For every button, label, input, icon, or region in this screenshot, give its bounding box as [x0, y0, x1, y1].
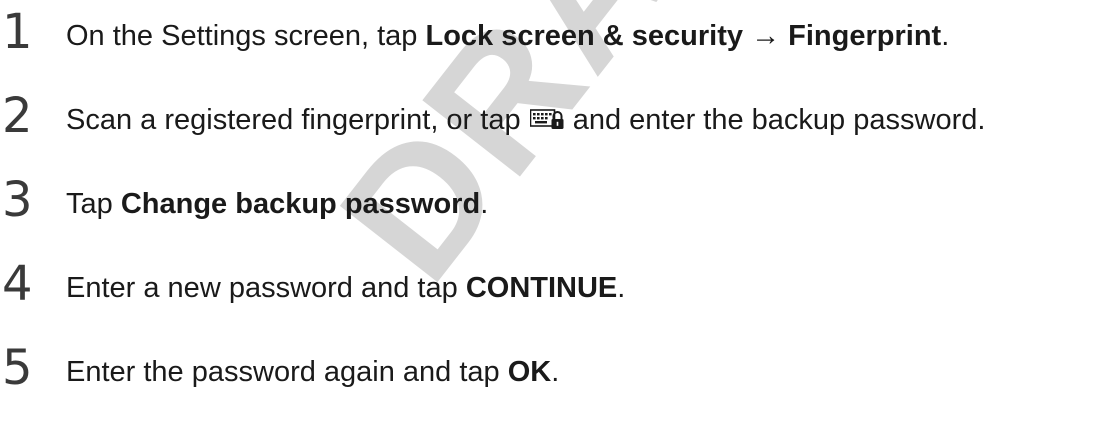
- step-3: 3 Tap Change backup password.: [0, 174, 1105, 234]
- step-text-part: .: [551, 356, 560, 388]
- continue-button-label: CONTINUE: [465, 272, 618, 304]
- step-text-part: Enter a new password and tap: [66, 272, 466, 304]
- step-text: On the Settings screen, tap Lock screen …: [66, 19, 949, 53]
- step-text-part: .: [480, 188, 489, 220]
- step-text: Tap Change backup password.: [66, 187, 488, 221]
- step-number: 3: [2, 172, 33, 228]
- step-text: Enter the password again and tap OK.: [66, 355, 559, 389]
- step-text-part: On the Settings screen, tap: [66, 20, 426, 52]
- step-5: 5 Enter the password again and tap OK.: [0, 342, 1105, 402]
- step-text: Scan a registered fingerprint, or tap an…: [66, 103, 985, 137]
- step-text-part: Tap: [66, 188, 121, 220]
- step-number: 1: [2, 4, 33, 60]
- ok-button-label: OK: [507, 356, 552, 388]
- step-number: 5: [2, 340, 33, 396]
- step-1: 1 On the Settings screen, tap Lock scree…: [0, 6, 1105, 66]
- change-backup-password-option: Change backup password: [120, 188, 481, 220]
- keyboard-lock-icon: [529, 104, 564, 129]
- step-4: 4 Enter a new password and tap CONTINUE.: [0, 258, 1105, 318]
- arrow-separator: →: [743, 20, 789, 52]
- menu-path-lock-screen-security: Lock screen & security: [425, 20, 744, 52]
- step-number: 2: [2, 88, 33, 144]
- menu-path-fingerprint: Fingerprint: [788, 20, 942, 52]
- step-text-part: .: [617, 272, 626, 304]
- step-text-part: .: [941, 20, 950, 52]
- step-text: Enter a new password and tap CONTINUE.: [66, 271, 625, 305]
- step-text-part: Scan a registered fingerprint, or tap: [66, 104, 529, 136]
- instruction-page: DRAFT, Not FINAL 1 On the Settings scree…: [0, 0, 1105, 429]
- step-text-part: and enter the backup password.: [564, 104, 986, 136]
- step-text-part: Enter the password again and tap: [66, 356, 508, 388]
- step-2: 2 Scan a registered fingerprint, or tap: [0, 90, 1105, 150]
- step-number: 4: [2, 256, 33, 312]
